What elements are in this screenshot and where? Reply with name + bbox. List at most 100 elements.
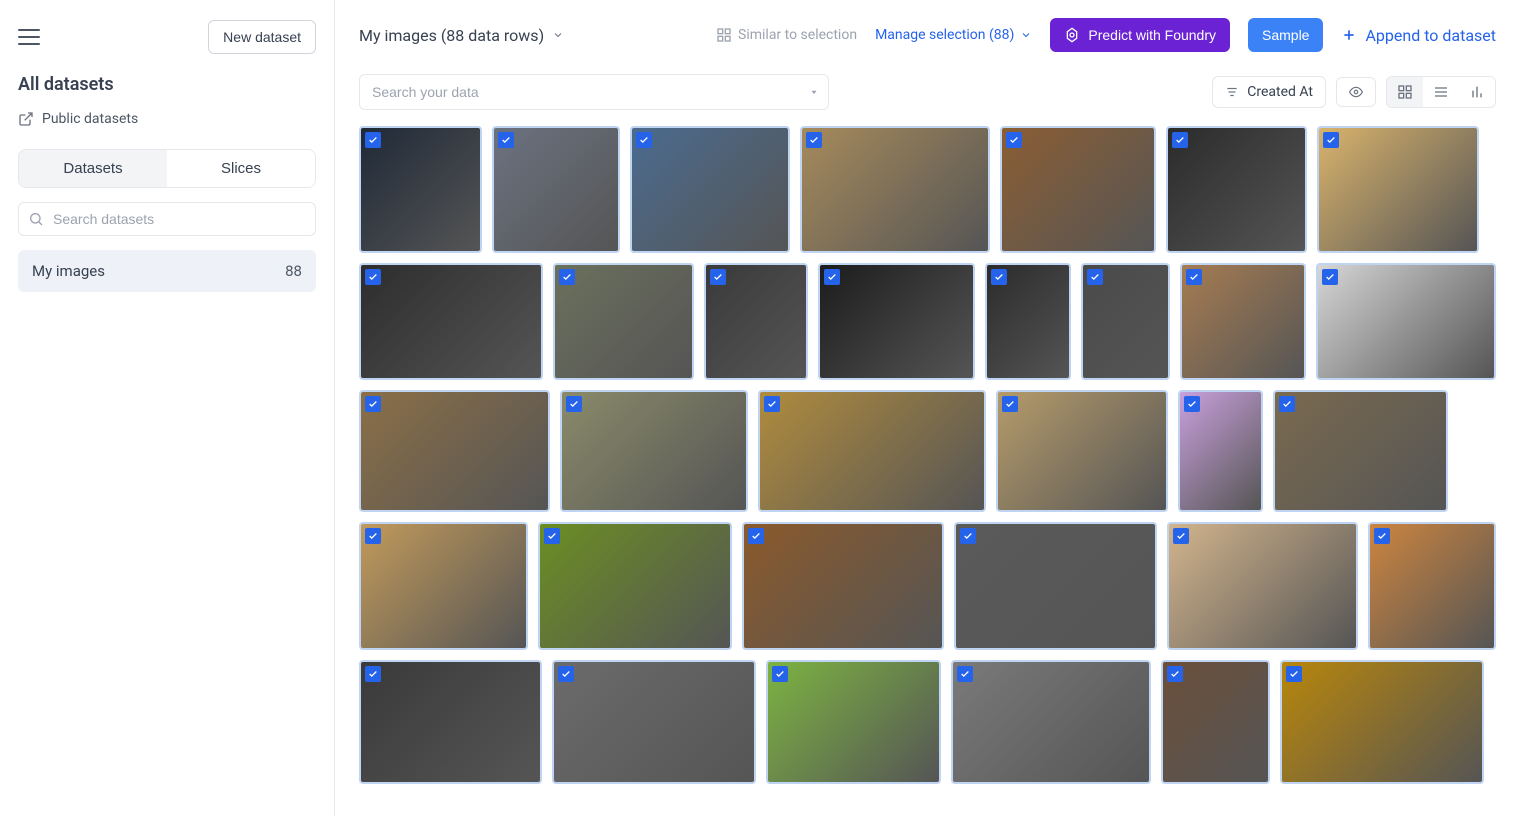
chevron-down-icon (552, 29, 564, 41)
checkbox-checked-icon[interactable] (1374, 528, 1390, 544)
checkbox-checked-icon[interactable] (991, 269, 1007, 285)
checkbox-checked-icon[interactable] (1286, 666, 1302, 682)
image-thumbnail[interactable] (954, 522, 1157, 650)
search-data-input[interactable] (359, 74, 829, 110)
checkbox-checked-icon[interactable] (365, 528, 381, 544)
image-thumbnail[interactable] (359, 263, 543, 380)
chart-view-button[interactable] (1459, 77, 1495, 107)
grid-view-button[interactable] (1387, 77, 1423, 107)
predict-label: Predict with Foundry (1088, 27, 1216, 43)
checkbox-checked-icon[interactable] (498, 132, 514, 148)
checkbox-checked-icon[interactable] (957, 666, 973, 682)
checkbox-checked-icon[interactable] (1322, 269, 1338, 285)
checkbox-checked-icon[interactable] (636, 132, 652, 148)
list-view-button[interactable] (1423, 77, 1459, 107)
checkbox-checked-icon[interactable] (559, 269, 575, 285)
predict-with-foundry-button[interactable]: Predict with Foundry (1050, 18, 1230, 52)
sort-label: Created At (1247, 84, 1313, 100)
public-datasets-link[interactable]: Public datasets (18, 111, 316, 127)
image-thumbnail[interactable] (538, 522, 732, 650)
filter-bar: Created At (359, 74, 1496, 110)
image-thumbnail[interactable] (1180, 263, 1306, 380)
checkbox-checked-icon[interactable] (710, 269, 726, 285)
dataset-row-name: My images (32, 262, 105, 280)
image-thumbnail[interactable] (1280, 660, 1484, 784)
checkbox-checked-icon[interactable] (772, 666, 788, 682)
caret-down-icon[interactable] (809, 87, 819, 97)
image-thumbnail[interactable] (704, 263, 808, 380)
sort-dropdown[interactable]: Created At (1212, 76, 1326, 108)
checkbox-checked-icon[interactable] (365, 666, 381, 682)
checkbox-checked-icon[interactable] (960, 528, 976, 544)
image-thumbnail[interactable] (951, 660, 1151, 784)
sidebar: New dataset All datasets Public datasets… (0, 0, 335, 816)
image-thumbnail[interactable] (553, 263, 694, 380)
checkbox-checked-icon[interactable] (558, 666, 574, 682)
list-icon (1433, 84, 1449, 100)
append-label: Append to dataset (1365, 26, 1496, 45)
image-thumbnail[interactable] (1273, 390, 1448, 512)
image-thumbnail[interactable] (766, 660, 941, 784)
image-thumbnail[interactable] (359, 126, 482, 253)
sample-button[interactable]: Sample (1248, 18, 1323, 52)
checkbox-checked-icon[interactable] (1279, 396, 1295, 412)
checkbox-checked-icon[interactable] (806, 132, 822, 148)
image-thumbnail[interactable] (1316, 263, 1496, 380)
image-thumbnail[interactable] (996, 390, 1168, 512)
checkbox-checked-icon[interactable] (566, 396, 582, 412)
checkbox-checked-icon[interactable] (365, 269, 381, 285)
grid-icon (1397, 84, 1413, 100)
image-thumbnail[interactable] (985, 263, 1070, 380)
image-thumbnail[interactable] (800, 126, 990, 253)
checkbox-checked-icon[interactable] (764, 396, 780, 412)
checkbox-checked-icon[interactable] (1006, 132, 1022, 148)
tab-slices[interactable]: Slices (167, 150, 315, 187)
image-thumbnail[interactable] (818, 263, 976, 380)
checkbox-checked-icon[interactable] (1087, 269, 1103, 285)
checkbox-checked-icon[interactable] (824, 269, 840, 285)
checkbox-checked-icon[interactable] (365, 396, 381, 412)
new-dataset-button[interactable]: New dataset (208, 20, 316, 54)
image-thumbnail[interactable] (552, 660, 756, 784)
checkbox-checked-icon[interactable] (544, 528, 560, 544)
menu-icon[interactable] (18, 29, 40, 45)
image-thumbnail[interactable] (1178, 390, 1263, 512)
image-thumbnail[interactable] (1166, 126, 1307, 253)
manage-selection-dropdown[interactable]: Manage selection (88) (875, 27, 1032, 43)
checkbox-checked-icon[interactable] (1002, 396, 1018, 412)
checkbox-checked-icon[interactable] (1167, 666, 1183, 682)
checkbox-checked-icon[interactable] (1184, 396, 1200, 412)
image-thumbnail[interactable] (492, 126, 620, 253)
checkbox-checked-icon[interactable] (365, 132, 381, 148)
chevron-down-icon (1020, 29, 1032, 41)
main-content: My images (88 data rows) Similar to sele… (335, 0, 1520, 816)
tab-datasets[interactable]: Datasets (19, 150, 167, 187)
image-thumbnail[interactable] (630, 126, 790, 253)
image-thumbnail[interactable] (1317, 126, 1479, 253)
checkbox-checked-icon[interactable] (1186, 269, 1202, 285)
visibility-toggle-button[interactable] (1336, 77, 1376, 107)
image-thumbnail[interactable] (1081, 263, 1170, 380)
checkbox-checked-icon[interactable] (1172, 132, 1188, 148)
checkbox-checked-icon[interactable] (1173, 528, 1189, 544)
dataset-title-text: My images (88 data rows) (359, 26, 544, 45)
append-to-dataset-button[interactable]: Append to dataset (1341, 26, 1496, 45)
search-datasets-input[interactable] (18, 202, 316, 236)
image-thumbnail[interactable] (1000, 126, 1156, 253)
dataset-title-dropdown[interactable]: My images (88 data rows) (359, 26, 564, 45)
image-thumbnail[interactable] (1161, 660, 1270, 784)
image-thumbnail[interactable] (359, 390, 550, 512)
image-thumbnail[interactable] (758, 390, 986, 512)
image-thumbnail[interactable] (742, 522, 945, 650)
checkbox-checked-icon[interactable] (748, 528, 764, 544)
checkbox-checked-icon[interactable] (1323, 132, 1339, 148)
image-thumbnail[interactable] (560, 390, 748, 512)
image-thumbnail[interactable] (1167, 522, 1358, 650)
image-thumbnail[interactable] (1368, 522, 1496, 650)
dataset-row-my-images[interactable]: My images 88 (18, 250, 316, 292)
view-toggle (1386, 76, 1496, 108)
eye-icon (1347, 85, 1365, 99)
similar-label: Similar to selection (738, 27, 857, 43)
image-thumbnail[interactable] (359, 660, 542, 784)
image-thumbnail[interactable] (359, 522, 528, 650)
